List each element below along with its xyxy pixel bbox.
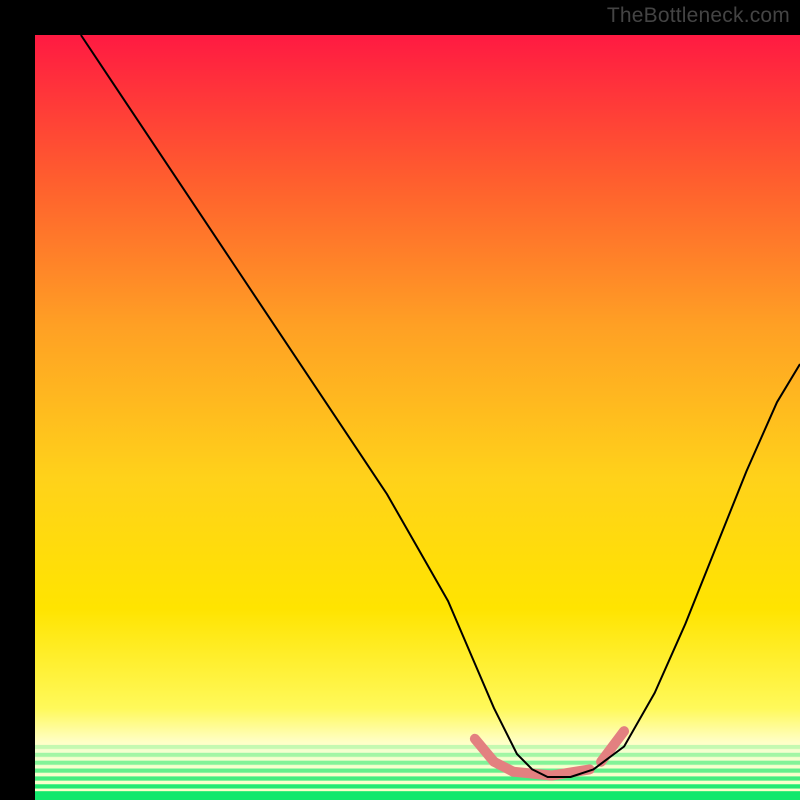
chart-root: TheBottleneck.com bbox=[0, 0, 800, 800]
watermark-text: TheBottleneck.com bbox=[607, 4, 790, 28]
chart-canvas bbox=[0, 0, 800, 800]
plot-background bbox=[35, 35, 800, 800]
